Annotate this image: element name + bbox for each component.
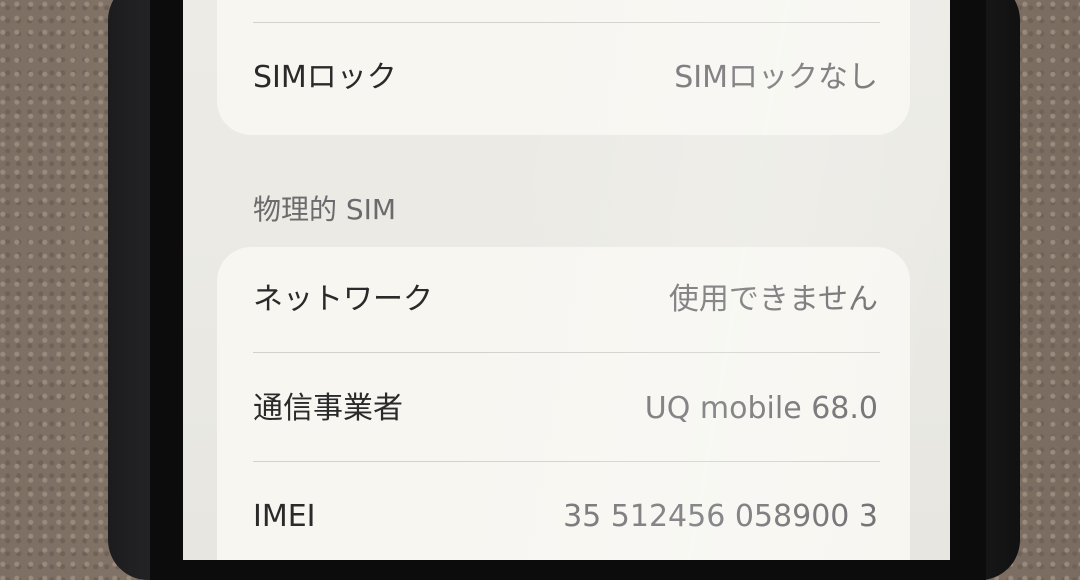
row-sim-lock: SIMロック SIMロックなし: [217, 48, 910, 108]
row-network: ネットワーク 使用できません: [217, 270, 910, 330]
network-label: ネットワーク: [253, 282, 433, 317]
settings-group-physical-sim: ネットワーク 使用できません 通信事業者 UQ mobile 68.0 IMEI…: [217, 247, 910, 560]
network-value: 使用できません: [668, 282, 878, 317]
settings-group-sim-lock: SIMロック SIMロックなし: [217, 0, 910, 135]
sim-lock-value: SIMロックなし: [674, 60, 878, 95]
section-title-physical-sim: 物理的 SIM: [253, 193, 397, 226]
carrier-value: UQ mobile 68.0: [644, 391, 878, 426]
row-divider: [253, 352, 880, 353]
row-divider: [253, 22, 880, 23]
row-carrier: 通信事業者 UQ mobile 68.0: [217, 379, 910, 439]
carrier-label: 通信事業者: [253, 391, 403, 426]
phone-screen: SIMロック SIMロックなし 物理的 SIM ネットワーク 使用できません 通…: [183, 0, 950, 560]
row-imei: IMEI 35 512456 058900 3: [217, 487, 910, 547]
imei-label: IMEI: [253, 499, 316, 534]
imei-value: 35 512456 058900 3: [563, 499, 878, 534]
sim-lock-label: SIMロック: [253, 60, 397, 95]
row-divider: [253, 461, 880, 462]
